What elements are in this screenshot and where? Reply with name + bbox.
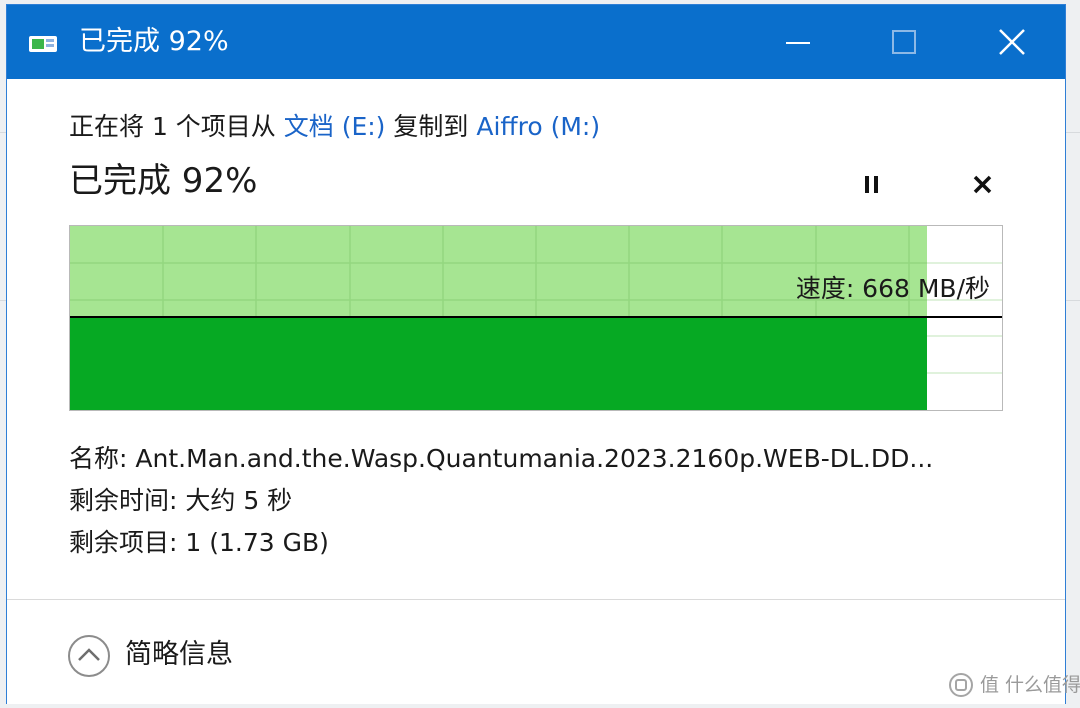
transfer-speed-graph: 速度: 668 MB/秒 xyxy=(69,225,1003,411)
pause-icon xyxy=(865,176,878,193)
cancel-icon xyxy=(973,175,992,194)
chevron-up-icon xyxy=(68,635,110,677)
maximize-button[interactable] xyxy=(857,5,949,79)
cancel-copy-button[interactable] xyxy=(963,165,1003,205)
copy-prefix-text: 正在将 1 个项目从 xyxy=(69,112,284,141)
file-name-text: 名称: Ant.Man.and.the.Wasp.Quantumania.202… xyxy=(69,444,934,473)
speed-graph-canvas xyxy=(70,226,1002,410)
site-watermark: 值 什么值得买 xyxy=(948,670,1080,700)
source-location-link[interactable]: 文档 (E:) xyxy=(284,112,386,141)
speed-history-fill xyxy=(70,318,927,410)
maximize-icon xyxy=(892,30,916,54)
close-icon xyxy=(999,29,1025,55)
time-remaining-text: 剩余时间: 大约 5 秒 xyxy=(69,486,293,515)
progress-status: 已完成 92% xyxy=(69,161,258,201)
close-button[interactable] xyxy=(965,5,1057,79)
copy-dialog-window: 已完成 92% 正在将 1 个项目从 文档 (E:) 复制到 Aiffro (M… xyxy=(6,4,1066,704)
copy-description: 正在将 1 个项目从 文档 (E:) 复制到 Aiffro (M:) xyxy=(69,109,600,145)
destination-location-link[interactable]: Aiffro (M:) xyxy=(476,112,600,141)
file-copy-app-icon xyxy=(29,36,57,52)
items-remaining-text: 剩余项目: 1 (1.73 GB) xyxy=(69,528,329,557)
window-title: 已完成 92% xyxy=(79,26,229,57)
dialog-footer: 简略信息 xyxy=(7,599,1065,704)
minimize-button[interactable] xyxy=(751,5,843,79)
fewer-details-label[interactable]: 简略信息 xyxy=(125,636,233,674)
title-bar[interactable]: 已完成 92% xyxy=(7,5,1065,79)
watermark-text: 值 什么值得买 xyxy=(980,674,1080,696)
pause-button[interactable] xyxy=(853,165,893,205)
watermark-logo-icon xyxy=(949,673,973,697)
copy-middle-text: 复制到 xyxy=(385,112,477,141)
minimize-icon xyxy=(786,42,810,44)
current-speed-label: 速度: 668 MB/秒 xyxy=(795,274,990,303)
fewer-details-button[interactable] xyxy=(67,634,111,678)
